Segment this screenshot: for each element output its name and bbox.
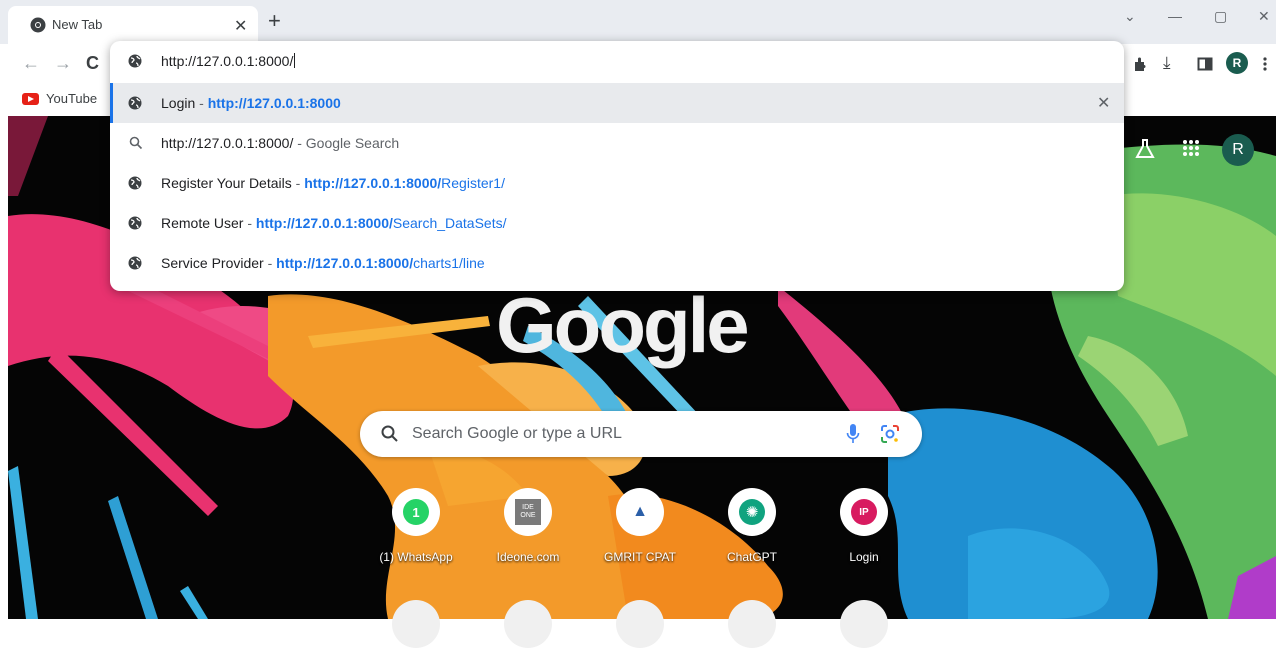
download-icon[interactable]: ⤓ <box>1163 53 1171 73</box>
suggestion-text: Register Your Details - http://127.0.0.1… <box>161 175 505 191</box>
window-close-button[interactable]: ✕ <box>1258 8 1270 25</box>
search-icon <box>381 425 398 442</box>
extensions-icon[interactable] <box>1133 56 1149 72</box>
ideone-logo: IDE ONE <box>515 499 541 525</box>
login-site-icon: IP <box>840 488 888 536</box>
remove-suggestion-icon[interactable]: ✕ <box>1097 93 1110 113</box>
suggestion-separator: - <box>263 255 277 271</box>
shortcut-label: GMRIT CPAT <box>604 550 676 564</box>
tab-title: New Tab <box>52 17 103 32</box>
login-site-logo: IP <box>851 499 877 525</box>
forward-button[interactable]: → <box>54 53 72 74</box>
google-lens-icon[interactable] <box>880 424 900 444</box>
search-icon <box>129 136 143 150</box>
suggestion-url-host: http://127.0.0.1:8000/ <box>255 215 393 231</box>
gmrit-logo: ▲ <box>632 503 648 520</box>
google-apps-icon[interactable] <box>1182 139 1200 157</box>
suggestion-url-host: http://127.0.0.1:8000/ <box>304 175 442 191</box>
gmrit-icon: ▲ <box>616 488 664 536</box>
suggestion-login[interactable]: Login - http://127.0.0.1:8000 ✕ <box>110 83 1124 123</box>
minimize-button[interactable]: — <box>1168 8 1182 24</box>
shortcut-label: Ideone.com <box>496 550 560 564</box>
suggestion-title: Login <box>161 95 196 111</box>
suggestion-separator: - <box>195 95 208 111</box>
suggestion-text: Service Provider - http://127.0.0.1:8000… <box>161 255 485 271</box>
globe-icon <box>128 54 142 68</box>
suggestion-url-path: charts1/line <box>413 255 485 271</box>
suggestion-remote-user[interactable]: Remote User - http://127.0.0.1:8000/Sear… <box>110 203 1124 243</box>
suggestion-separator: - <box>291 175 305 191</box>
new-tab-button[interactable]: + <box>268 10 281 32</box>
globe-icon <box>128 216 142 230</box>
ideone-icon: IDE ONE <box>504 488 552 536</box>
shortcut-row2-item[interactable] <box>504 600 552 648</box>
reload-button[interactable]: C <box>86 53 99 74</box>
whatsapp-icon: 1 <box>392 488 440 536</box>
shortcut-row2-item[interactable] <box>728 600 776 648</box>
google-logo: Google <box>496 281 750 369</box>
shortcut-whatsapp[interactable]: 1 (1) WhatsApp <box>361 488 471 564</box>
restore-button[interactable]: ▢ <box>1214 8 1227 25</box>
suggestion-title: Remote User <box>161 215 244 231</box>
back-button[interactable]: ← <box>22 53 40 74</box>
suggestion-title: Service Provider <box>161 255 264 271</box>
ntp-search-box[interactable]: Search Google or type a URL <box>360 411 922 457</box>
globe-icon <box>128 176 142 190</box>
suggestion-url-host: http://127.0.0.1:8000/ <box>276 255 414 271</box>
youtube-icon <box>22 93 39 105</box>
search-placeholder: Search Google or type a URL <box>412 425 622 442</box>
chatgpt-logo: ✺ <box>739 499 765 525</box>
shortcut-label: ChatGPT <box>726 550 777 564</box>
suggestion-text: Login - http://127.0.0.1:8000 <box>161 95 341 111</box>
omnibox-dropdown: http://127.0.0.1:8000/ Login - http://12… <box>110 41 1124 291</box>
suggestion-text: Remote User - http://127.0.0.1:8000/Sear… <box>161 215 507 231</box>
tab-strip: New Tab ✕ + ⌄ — ▢ ✕ <box>0 0 1276 44</box>
bookmark-youtube[interactable]: YouTube <box>46 91 97 106</box>
suggestion-suffix: - Google Search <box>293 135 400 151</box>
labs-icon[interactable] <box>1134 138 1156 160</box>
suggestion-url-path: Search_DataSets/ <box>392 215 507 231</box>
tab-new-tab[interactable]: New Tab ✕ <box>8 6 258 44</box>
shortcut-row2-item[interactable] <box>616 600 664 648</box>
suggestion-url: http://127.0.0.1:8000 <box>207 95 341 111</box>
profile-avatar[interactable]: R <box>1226 52 1248 74</box>
side-panel-icon[interactable] <box>1197 56 1213 72</box>
tab-search-icon[interactable]: ⌄ <box>1124 8 1136 25</box>
globe-icon <box>128 256 142 270</box>
tab-close-icon[interactable]: ✕ <box>234 16 247 36</box>
shortcut-label: (1) WhatsApp <box>379 550 453 564</box>
suggestion-url-path: Register1/ <box>441 175 505 191</box>
suggestion-query: http://127.0.0.1:8000/ <box>161 135 294 151</box>
voice-search-icon[interactable] <box>846 423 860 445</box>
menu-icon[interactable] <box>1262 56 1268 72</box>
shortcut-row2-item[interactable] <box>392 600 440 648</box>
address-input[interactable]: http://127.0.0.1:8000/ <box>161 53 295 69</box>
shortcut-login[interactable]: IP Login <box>809 488 919 564</box>
whatsapp-badge: 1 <box>403 499 429 525</box>
shortcut-ideone[interactable]: IDE ONE Ideone.com <box>473 488 583 564</box>
globe-icon <box>128 96 142 110</box>
suggestion-text: http://127.0.0.1:8000/ - Google Search <box>161 135 399 151</box>
suggestion-google-search[interactable]: http://127.0.0.1:8000/ - Google Search <box>110 123 1124 163</box>
suggestion-title: Register Your Details <box>161 175 292 191</box>
suggestion-service-provider[interactable]: Service Provider - http://127.0.0.1:8000… <box>110 243 1124 283</box>
shortcut-gmrit-cpat[interactable]: ▲ GMRIT CPAT <box>585 488 695 564</box>
ntp-profile-avatar[interactable]: R <box>1222 134 1254 166</box>
chatgpt-icon: ✺ <box>728 488 776 536</box>
shortcut-label: Login <box>849 550 879 564</box>
address-bar[interactable]: http://127.0.0.1:8000/ <box>110 41 1124 81</box>
shortcut-chatgpt[interactable]: ✺ ChatGPT <box>697 488 807 564</box>
shortcut-row2-item[interactable] <box>840 600 888 648</box>
suggestion-register[interactable]: Register Your Details - http://127.0.0.1… <box>110 163 1124 203</box>
suggestion-separator: - <box>243 215 256 231</box>
chrome-icon <box>30 17 46 33</box>
